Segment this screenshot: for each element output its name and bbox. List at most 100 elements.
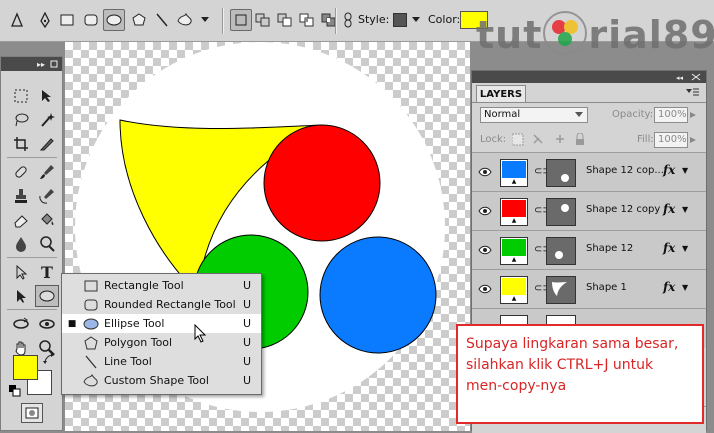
vector-mask-thumbnail[interactable] bbox=[546, 159, 576, 187]
style-swatch[interactable] bbox=[393, 13, 407, 27]
opacity-field[interactable]: 100% bbox=[654, 107, 688, 123]
vector-mask-thumbnail[interactable] bbox=[546, 237, 576, 265]
fx-icon[interactable]: fx bbox=[663, 280, 675, 294]
flyout-item-label: Custom Shape Tool bbox=[104, 374, 209, 387]
layer-row[interactable]: ▲ ⊂⊃ Shape 12 fx ▼ bbox=[472, 230, 706, 269]
custom-shape-icon[interactable] bbox=[174, 9, 196, 31]
link-icon[interactable] bbox=[337, 9, 359, 31]
svg-text:◂◂: ◂◂ bbox=[676, 74, 684, 82]
chevron-down-icon[interactable] bbox=[198, 9, 212, 31]
lock-label: Lock: bbox=[480, 134, 507, 145]
layer-color-thumbnail[interactable]: ▲ bbox=[500, 276, 528, 304]
eye-icon[interactable] bbox=[476, 280, 494, 298]
flyout-item-polygon[interactable]: Polygon Tool U bbox=[62, 333, 261, 352]
chevron-down-icon[interactable]: ▼ bbox=[682, 166, 688, 175]
chevron-right-icon[interactable] bbox=[690, 137, 698, 143]
blend-mode-value: Normal bbox=[484, 109, 521, 120]
flyout-item-label: Polygon Tool bbox=[104, 336, 173, 349]
line-icon[interactable] bbox=[151, 9, 173, 31]
annotation-line-3: men-copy-nya bbox=[466, 378, 567, 394]
layers-panel-header[interactable]: ◂◂ bbox=[472, 71, 706, 83]
custom-shape-icon bbox=[82, 373, 100, 389]
blend-mode-select[interactable]: Normal bbox=[480, 107, 588, 123]
3d-orbit-icon[interactable] bbox=[35, 313, 59, 335]
flyout-item-shortcut: U bbox=[243, 279, 252, 292]
healing-brush-icon[interactable] bbox=[9, 161, 33, 183]
eye-icon[interactable] bbox=[476, 163, 494, 181]
flyout-item-line[interactable]: Line Tool U bbox=[62, 352, 261, 371]
3d-rotate-icon[interactable] bbox=[9, 313, 33, 335]
eye-icon[interactable] bbox=[476, 241, 494, 259]
layer-name: Shape 1 bbox=[586, 282, 627, 293]
red-circle[interactable] bbox=[263, 124, 381, 242]
default-colors-icon[interactable] bbox=[9, 385, 21, 400]
rounded-rectangle-icon[interactable] bbox=[80, 9, 102, 31]
path-selection-icon[interactable] bbox=[9, 261, 33, 283]
shape-layers-icon[interactable] bbox=[6, 9, 28, 31]
slice-icon[interactable] bbox=[35, 133, 59, 155]
pen-icon[interactable] bbox=[34, 9, 56, 31]
clone-stamp-icon[interactable] bbox=[9, 185, 33, 207]
eraser-icon[interactable] bbox=[9, 209, 33, 231]
layer-row[interactable]: ▲ ⊂⊃ Shape 12 cop... fx ▼ bbox=[472, 152, 706, 191]
flyout-item-shortcut: U bbox=[243, 298, 252, 311]
foreground-color-swatch[interactable] bbox=[13, 355, 38, 380]
crop-icon[interactable] bbox=[9, 133, 33, 155]
tab-layers[interactable]: LAYERS bbox=[476, 85, 526, 102]
flyout-item-shortcut: U bbox=[243, 355, 252, 368]
color-label: Color: bbox=[428, 13, 461, 26]
brush-icon[interactable] bbox=[35, 161, 59, 183]
type-icon[interactable]: T bbox=[35, 261, 59, 283]
lasso-icon[interactable] bbox=[9, 109, 33, 131]
chevron-down-icon[interactable]: ▼ bbox=[682, 244, 688, 253]
chevron-right-icon[interactable] bbox=[690, 112, 698, 118]
paint-bucket-icon[interactable] bbox=[35, 209, 59, 231]
flyout-item-shortcut: U bbox=[243, 336, 252, 349]
fill-label: Fill: bbox=[637, 134, 654, 145]
flyout-item-rectangle[interactable]: Rectangle Tool U bbox=[62, 276, 261, 295]
magic-wand-icon[interactable] bbox=[35, 109, 59, 131]
swap-colors-icon[interactable] bbox=[43, 353, 55, 368]
panel-menu-icon[interactable] bbox=[686, 87, 700, 102]
tutorial-annotation-box: Supaya lingkaran sama besar, silahkan kl… bbox=[456, 324, 704, 424]
eye-icon[interactable] bbox=[476, 202, 494, 220]
intersect-mode-icon[interactable] bbox=[296, 9, 318, 31]
dodge-icon[interactable] bbox=[35, 233, 59, 255]
move-icon[interactable] bbox=[35, 85, 59, 107]
vector-mask-thumbnail[interactable] bbox=[546, 276, 576, 304]
blue-circle[interactable] bbox=[319, 236, 437, 354]
layer-row[interactable]: ▲ ⊂⊃ Shape 12 copy fx ▼ bbox=[472, 191, 706, 230]
subtract-mode-icon[interactable] bbox=[274, 9, 296, 31]
fill-field[interactable]: 100% bbox=[654, 132, 688, 148]
chevron-down-icon[interactable]: ▼ bbox=[682, 283, 688, 292]
fx-icon[interactable]: fx bbox=[663, 163, 675, 177]
add-mode-icon[interactable] bbox=[252, 9, 274, 31]
ellipse-icon[interactable] bbox=[103, 9, 125, 31]
vector-mask-thumbnail[interactable] bbox=[546, 198, 576, 226]
history-brush-icon[interactable] bbox=[35, 185, 59, 207]
flyout-item-custom-shape[interactable]: Custom Shape Tool U bbox=[62, 371, 261, 390]
layer-row[interactable]: ▲ ⊂⊃ Shape 1 fx ▼ bbox=[472, 269, 706, 308]
quick-mask-icon[interactable] bbox=[21, 403, 43, 423]
polygon-icon[interactable] bbox=[128, 9, 150, 31]
fx-icon[interactable]: fx bbox=[663, 241, 675, 255]
fill-value: 100% bbox=[658, 134, 687, 145]
chevron-down-icon[interactable]: ▼ bbox=[682, 205, 688, 214]
new-layer-mode-icon[interactable] bbox=[230, 9, 252, 31]
layer-color-thumbnail[interactable]: ▲ bbox=[500, 198, 528, 226]
style-label: Style: bbox=[358, 13, 390, 26]
blur-icon[interactable] bbox=[9, 233, 33, 255]
toolbox: ▸▸ T bbox=[0, 56, 63, 431]
marquee-icon[interactable] bbox=[9, 85, 33, 107]
lock-icons-group[interactable] bbox=[512, 133, 608, 147]
flyout-item-ellipse[interactable]: ■ Ellipse Tool U bbox=[62, 314, 261, 333]
style-dropdown-icon[interactable] bbox=[410, 9, 422, 31]
fx-icon[interactable]: fx bbox=[663, 202, 675, 216]
toolbox-header[interactable]: ▸▸ bbox=[1, 57, 62, 71]
direct-selection-icon[interactable] bbox=[9, 285, 33, 307]
layer-color-thumbnail[interactable]: ▲ bbox=[500, 237, 528, 265]
rectangle-icon[interactable] bbox=[56, 9, 78, 31]
flyout-item-rounded-rectangle[interactable]: Rounded Rectangle Tool U bbox=[62, 295, 261, 314]
ellipse-tool-icon[interactable] bbox=[35, 285, 59, 307]
layer-color-thumbnail[interactable]: ▲ bbox=[500, 159, 528, 187]
